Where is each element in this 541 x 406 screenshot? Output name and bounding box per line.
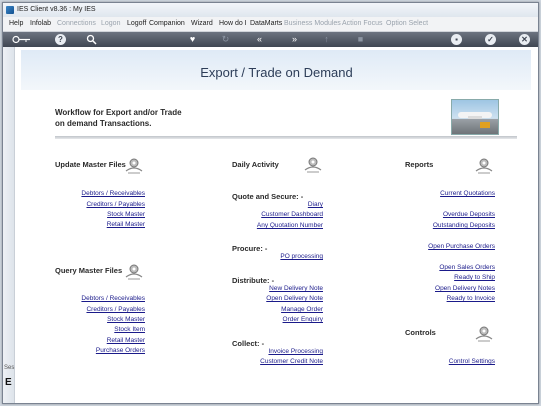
- daily-activity-link[interactable]: Customer Credit Note: [260, 358, 323, 365]
- gear-hand-icon: [125, 264, 143, 280]
- daily-activity-heading: Daily Activity: [232, 160, 279, 169]
- controls-heading: Controls: [405, 328, 436, 337]
- heart-icon[interactable]: ♥: [187, 34, 198, 45]
- menu-item-companion[interactable]: Companion: [149, 20, 185, 27]
- daily-activity-link[interactable]: Diary: [308, 201, 323, 208]
- intro-line-1: Workflow for Export and/or Trade: [55, 108, 182, 117]
- airplane-cargo-image: [451, 99, 499, 135]
- menu-item-connections[interactable]: Connections: [57, 20, 96, 27]
- left-strip: Ses E: [3, 47, 15, 403]
- divider: [55, 136, 517, 139]
- report-link[interactable]: Current Quotations: [440, 190, 495, 197]
- update-master-link[interactable]: Stock Master: [107, 211, 145, 218]
- distribute-heading: Distribute: -: [232, 276, 275, 285]
- upload-icon[interactable]: ↑: [321, 34, 332, 45]
- title-bar: IES Client v8.36 : My IES: [3, 3, 538, 17]
- main-content: Export / Trade on Demand Workflow for Ex…: [15, 47, 538, 403]
- menu-bar: Help Infolab Connections Logon Logoff Compani…: [3, 17, 538, 32]
- key-icon[interactable]: [11, 34, 31, 45]
- menu-item-help[interactable]: Help: [9, 20, 23, 27]
- forward-icon[interactable]: »: [289, 34, 300, 45]
- close-icon[interactable]: ✕: [519, 34, 530, 45]
- update-master-link[interactable]: Retail Master: [107, 221, 145, 228]
- window-title: IES Client v8.36 : My IES: [17, 6, 96, 13]
- gear-hand-icon: [475, 158, 493, 174]
- app-icon: [6, 6, 14, 14]
- report-link[interactable]: Outstanding Deposits: [433, 222, 495, 229]
- update-master-link[interactable]: Debtors / Receivables: [81, 190, 145, 197]
- query-master-link[interactable]: Purchase Orders: [96, 347, 145, 354]
- update-master-link[interactable]: Creditors / Payables: [86, 201, 145, 208]
- reports-heading: Reports: [405, 160, 434, 169]
- procure-heading: Procure: -: [232, 244, 268, 253]
- control-link[interactable]: Control Settings: [449, 358, 495, 365]
- gear-hand-icon: [125, 158, 143, 174]
- daily-activity-link[interactable]: Manage Order: [281, 306, 323, 313]
- intro-line-2: on demand Transactions.: [55, 119, 152, 128]
- query-master-link[interactable]: Stock Master: [107, 316, 145, 323]
- report-link[interactable]: Open Delivery Notes: [435, 285, 495, 292]
- refresh-icon[interactable]: ↻: [220, 34, 231, 45]
- report-link[interactable]: Ready to Ship: [454, 274, 495, 281]
- query-master-link[interactable]: Stock Item: [114, 326, 145, 333]
- menu-item-infolab[interactable]: Infolab: [30, 20, 51, 27]
- menu-item-logoff[interactable]: Logoff: [127, 20, 146, 27]
- menu-item-action-focus[interactable]: Action Focus: [342, 20, 382, 27]
- query-master-link[interactable]: Creditors / Payables: [86, 306, 145, 313]
- update-master-heading: Update Master Files: [55, 160, 126, 169]
- daily-activity-link[interactable]: Customer Dashboard: [261, 211, 323, 218]
- gear-hand-icon: [304, 157, 322, 173]
- daily-activity-link[interactable]: Invoice Processing: [268, 348, 323, 355]
- query-master-link[interactable]: Debtors / Receivables: [81, 295, 145, 302]
- daily-activity-link[interactable]: New Delivery Note: [269, 285, 323, 292]
- daily-activity-link[interactable]: Any Quotation Number: [257, 222, 323, 229]
- toolbar: ? ♥ ↻ « » ↑ ■ ▪ ✓ ✕: [3, 32, 538, 47]
- report-link[interactable]: Open Purchase Orders: [428, 243, 495, 250]
- query-master-link[interactable]: Retail Master: [107, 337, 145, 344]
- app-window: IES Client v8.36 : My IES Help Infolab Con…: [2, 2, 539, 404]
- intro-text: Workflow for Export and/or Trade on dema…: [55, 107, 182, 129]
- query-master-heading: Query Master Files: [55, 266, 123, 275]
- daily-activity-link[interactable]: PO processing: [280, 253, 323, 260]
- report-link[interactable]: Ready to Invoice: [447, 295, 495, 302]
- menu-item-logon[interactable]: Logon: [101, 20, 120, 27]
- menu-item-how-do-i[interactable]: How do I: [219, 20, 247, 27]
- menu-item-datamarts[interactable]: DataMarts: [250, 20, 282, 27]
- page-title: Export / Trade on Demand: [200, 65, 353, 80]
- menu-item-business-modules[interactable]: Business Modules: [284, 20, 341, 27]
- session-letter: E: [5, 377, 12, 388]
- help-icon[interactable]: ?: [55, 34, 66, 45]
- print-icon[interactable]: ▪: [451, 34, 462, 45]
- report-link[interactable]: Open Sales Orders: [439, 264, 495, 271]
- quote-secure-heading: Quote and Secure: -: [232, 192, 304, 201]
- check-icon[interactable]: ✓: [485, 34, 496, 45]
- search-icon[interactable]: [86, 34, 97, 45]
- daily-activity-link[interactable]: Order Enquiry: [283, 316, 323, 323]
- gear-hand-icon: [475, 326, 493, 342]
- menu-item-wizard[interactable]: Wizard: [191, 20, 213, 27]
- collect-heading: Collect: -: [232, 339, 265, 348]
- daily-activity-link[interactable]: Open Delivery Note: [266, 295, 323, 302]
- session-label: Ses: [4, 365, 15, 371]
- stop-icon[interactable]: ■: [355, 34, 366, 45]
- report-link[interactable]: Overdue Deposits: [443, 211, 495, 218]
- menu-item-option-select[interactable]: Option Select: [386, 20, 428, 27]
- rewind-icon[interactable]: «: [254, 34, 265, 45]
